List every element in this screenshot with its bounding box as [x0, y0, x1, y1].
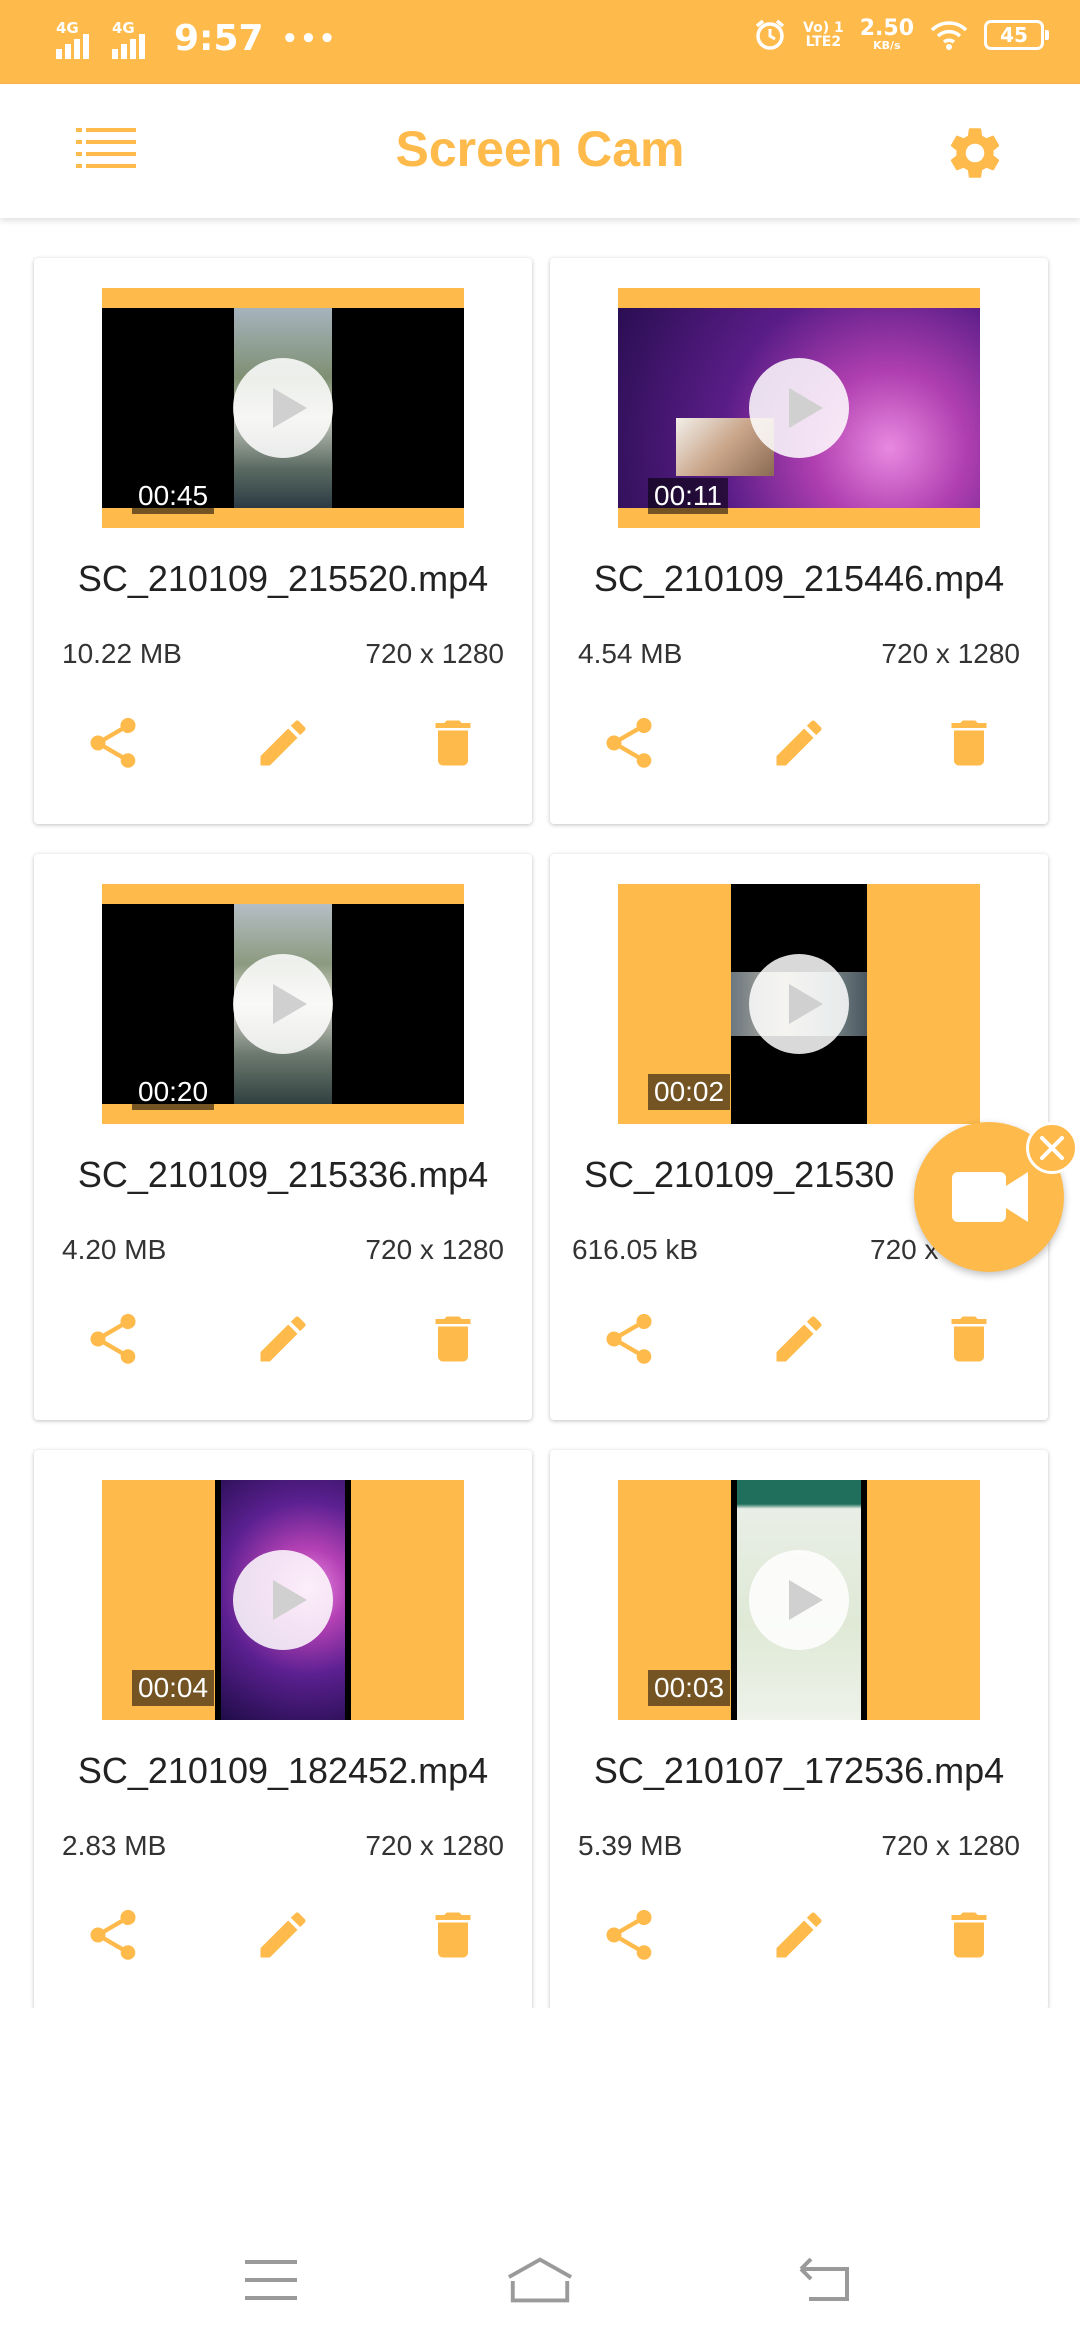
edit-pencil-icon[interactable] — [248, 1900, 318, 1970]
video-filename: SC_210109_182452.mp4 — [77, 1750, 489, 1791]
video-resolution: 720 x 1280 — [365, 1234, 504, 1265]
card-actions — [34, 1900, 532, 1970]
video-thumbnail[interactable]: 00:03 — [618, 1480, 980, 1720]
volte-indicator: Vo) 1 LTE2 — [803, 21, 844, 49]
signal-sim2-icon: 4G — [112, 19, 154, 59]
share-icon[interactable] — [594, 708, 664, 778]
card-actions — [550, 1304, 1048, 1374]
video-resolution: 720 x 1280 — [365, 1830, 504, 1861]
delete-trash-icon[interactable] — [934, 1900, 1004, 1970]
video-filesize: 4.54 MB — [578, 638, 683, 669]
video-duration: 00:02 — [648, 1074, 731, 1110]
play-icon[interactable] — [749, 954, 849, 1054]
video-thumbnail[interactable]: 00:11 — [618, 288, 980, 528]
system-navigation-bar — [0, 2220, 1080, 2340]
play-icon[interactable] — [749, 358, 849, 458]
app-title: Screen Cam — [395, 121, 685, 177]
network-speed: 2.50 KB/s — [860, 18, 914, 52]
video-card[interactable]: 00:04 SC_210109_182452.mp4 2.83 MB 720 x… — [34, 1450, 532, 2010]
home-icon[interactable] — [505, 2250, 575, 2310]
delete-trash-icon[interactable] — [418, 708, 488, 778]
delete-trash-icon[interactable] — [418, 1304, 488, 1374]
wifi-icon — [930, 21, 968, 50]
video-duration: 00:45 — [132, 478, 215, 514]
play-icon[interactable] — [233, 954, 333, 1054]
video-duration: 00:20 — [132, 1074, 215, 1110]
video-duration: 00:03 — [648, 1670, 731, 1706]
back-icon[interactable] — [790, 2250, 860, 2310]
video-resolution: 720 x 1280 — [881, 1830, 1020, 1861]
video-resolution: 720 x 1280 — [365, 638, 504, 669]
delete-trash-icon[interactable] — [934, 708, 1004, 778]
video-duration: 00:04 — [132, 1670, 215, 1706]
video-filename: SC_210109_215336.mp4 — [77, 1154, 489, 1195]
battery-icon: 45 — [984, 20, 1049, 50]
app-bar: Screen Cam — [0, 84, 1080, 218]
video-resolution: 720 x 1280 — [881, 638, 1020, 669]
share-icon[interactable] — [78, 1304, 148, 1374]
edit-pencil-icon[interactable] — [248, 708, 318, 778]
edit-pencil-icon[interactable] — [764, 708, 834, 778]
video-thumbnail[interactable]: 00:20 — [102, 884, 464, 1124]
video-filesize: 616.05 kB — [572, 1234, 699, 1265]
alarm-icon — [755, 19, 785, 50]
video-filesize: 10.22 MB — [62, 638, 182, 669]
card-actions — [34, 708, 532, 778]
play-icon[interactable] — [233, 358, 333, 458]
video-card[interactable]: 00:20 SC_210109_215336.mp4 4.20 MB 720 x… — [34, 854, 532, 1420]
play-icon[interactable] — [749, 1550, 849, 1650]
delete-trash-icon[interactable] — [418, 1900, 488, 1970]
video-filename: SC_210109_215520.mp4 — [77, 558, 489, 599]
video-thumbnail[interactable]: 00:04 — [102, 1480, 464, 1720]
share-icon[interactable] — [78, 708, 148, 778]
volte-top-text: Vo) 1 — [803, 20, 844, 36]
card-actions — [550, 1900, 1048, 1970]
video-filename: SC_210107_172536.mp4 — [593, 1750, 1005, 1791]
signal-sim1-icon: 4G — [56, 19, 98, 59]
edit-pencil-icon[interactable] — [248, 1304, 318, 1374]
video-filesize: 2.83 MB — [62, 1830, 167, 1861]
video-filesize: 4.20 MB — [62, 1234, 167, 1265]
share-icon[interactable] — [78, 1900, 148, 1970]
video-card[interactable]: 00:45 SC_210109_215520.mp4 10.22 MB 720 … — [34, 258, 532, 824]
battery-level: 45 — [1000, 23, 1028, 47]
play-icon[interactable] — [233, 1550, 333, 1650]
close-icon[interactable] — [1026, 1122, 1078, 1174]
delete-trash-icon[interactable] — [934, 1304, 1004, 1374]
video-filesize: 5.39 MB — [578, 1830, 683, 1861]
video-card[interactable]: 00:11 SC_210109_215446.mp4 4.54 MB 720 x… — [550, 258, 1048, 824]
video-duration: 00:11 — [648, 478, 728, 514]
video-thumbnail[interactable]: 00:02 — [618, 884, 980, 1124]
video-card[interactable]: 00:03 SC_210107_172536.mp4 5.39 MB 720 x… — [550, 1450, 1048, 2010]
speed-unit: KB/s — [873, 39, 901, 52]
recents-menu-icon[interactable] — [236, 2250, 306, 2310]
share-icon[interactable] — [594, 1900, 664, 1970]
share-icon[interactable] — [594, 1304, 664, 1374]
clock: 9:57 — [174, 18, 264, 59]
more-notifications-dots: ••• — [281, 23, 338, 54]
video-thumbnail[interactable]: 00:45 — [102, 288, 464, 528]
status-bar: 4G 4G 9:57 ••• Vo) 1 LTE2 2.50 KB/s 45 — [0, 0, 1080, 84]
card-actions — [550, 708, 1048, 778]
video-filename: SC_210109_215446.mp4 — [593, 558, 1005, 599]
list-bottom-area — [0, 2008, 1080, 2220]
edit-pencil-icon[interactable] — [764, 1900, 834, 1970]
edit-pencil-icon[interactable] — [764, 1304, 834, 1374]
card-actions — [34, 1304, 532, 1374]
speed-value: 2.50 — [859, 16, 914, 41]
gear-icon[interactable] — [944, 122, 1006, 184]
volte-bottom-text: LTE2 — [805, 34, 842, 50]
